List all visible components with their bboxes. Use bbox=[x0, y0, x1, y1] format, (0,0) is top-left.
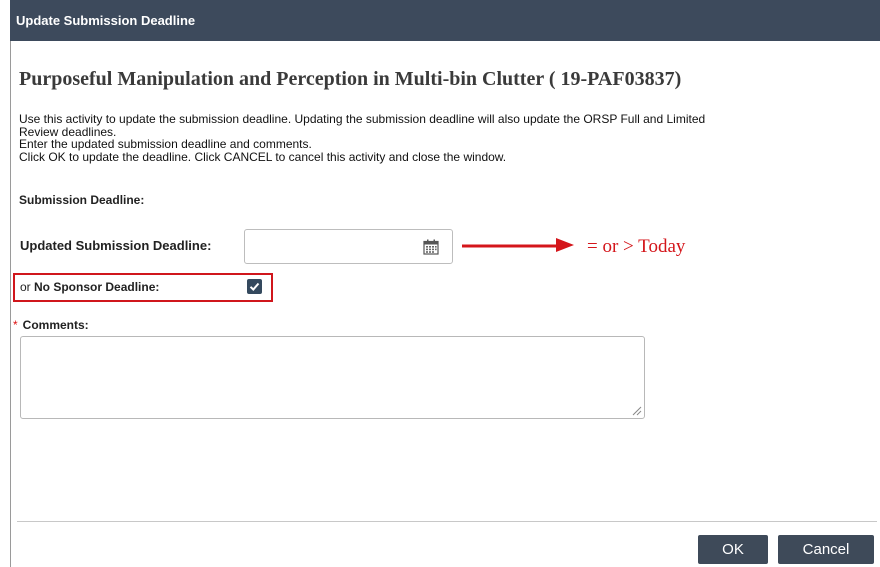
updated-deadline-input[interactable] bbox=[245, 230, 409, 263]
updated-deadline-field bbox=[244, 229, 453, 264]
instruction-line: Click OK to update the deadline. Click C… bbox=[19, 149, 507, 164]
calendar-icon bbox=[423, 239, 439, 255]
comments-textarea[interactable] bbox=[20, 336, 645, 419]
no-sponsor-prefix: or bbox=[20, 280, 31, 294]
comments-label-text: Comments: bbox=[22, 318, 89, 332]
ok-button[interactable]: OK bbox=[698, 535, 768, 564]
updated-deadline-label: Updated Submission Deadline: bbox=[20, 238, 212, 253]
no-sponsor-deadline-checkbox[interactable] bbox=[247, 279, 262, 294]
page-title: Purposeful Manipulation and Perception i… bbox=[19, 68, 682, 90]
required-marker: * bbox=[13, 318, 18, 332]
resize-grip-icon[interactable] bbox=[630, 404, 642, 416]
dialog-titlebar: Update Submission Deadline bbox=[10, 0, 880, 41]
annotation-arrow bbox=[462, 238, 574, 252]
footer-divider bbox=[17, 521, 877, 522]
annotation-text: = or > Today bbox=[587, 236, 686, 257]
comments-label: * Comments: bbox=[13, 318, 89, 332]
no-sponsor-label-text: No Sponsor Deadline: bbox=[34, 280, 160, 294]
cancel-button[interactable]: Cancel bbox=[778, 535, 874, 564]
instructions-text: Use this activity to update the submissi… bbox=[19, 113, 869, 163]
date-picker-button[interactable] bbox=[410, 230, 452, 263]
instruction-line: Enter the updated submission deadline an… bbox=[19, 137, 312, 151]
submission-deadline-section-label: Submission Deadline: bbox=[19, 193, 145, 207]
dialog-title: Update Submission Deadline bbox=[16, 13, 196, 28]
no-sponsor-deadline-label: or No Sponsor Deadline: bbox=[20, 280, 159, 294]
instruction-line: Use this activity to update the submissi… bbox=[19, 112, 706, 126]
check-icon bbox=[249, 282, 260, 291]
